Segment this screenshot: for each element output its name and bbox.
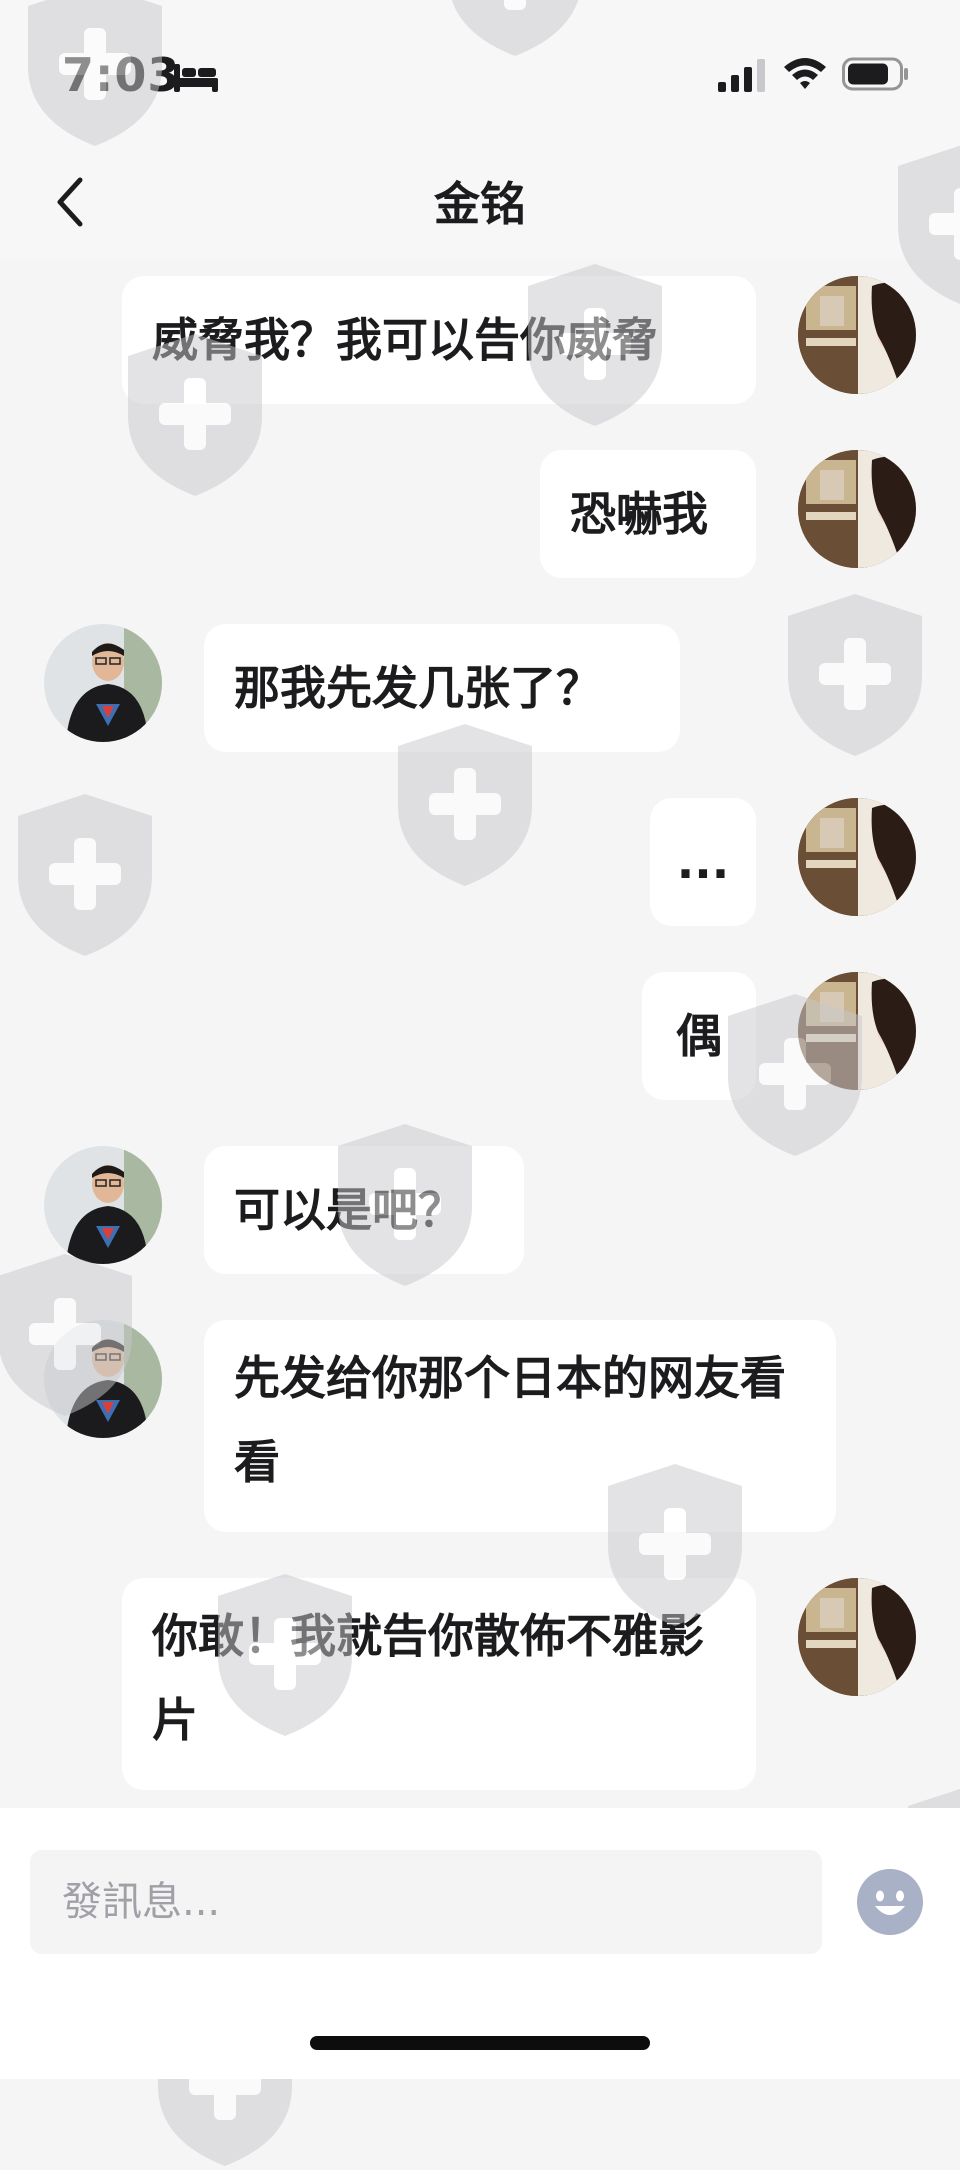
- avatar-photo-contact: [44, 1320, 162, 1438]
- home-indicator: [310, 2036, 650, 2050]
- message-bubble-sent[interactable]: 偶: [642, 972, 756, 1100]
- signal-icon: [718, 59, 765, 92]
- avatar-photo-self: [798, 972, 916, 1090]
- watermark-shield-icon: [18, 794, 152, 956]
- status-bar: 7:03: [0, 0, 960, 150]
- message-input[interactable]: [30, 1850, 822, 1954]
- avatar-photo-self: [798, 1578, 916, 1696]
- message-bubble-sent[interactable]: 威脅我？我可以告你威脅: [122, 276, 756, 404]
- chat-title: 金铭: [434, 177, 526, 231]
- avatar-photo-self: [798, 798, 916, 916]
- message-text: 恐嚇我: [570, 487, 708, 541]
- message-bubble-received[interactable]: 可以是吧？: [204, 1146, 524, 1274]
- avatar-photo-contact: [44, 624, 162, 742]
- message-text: 威脅我？我可以告你威脅: [152, 313, 658, 367]
- message-text: 偶: [676, 1009, 722, 1063]
- status-time: 7:03: [62, 48, 181, 102]
- avatar-photo-contact: [44, 1146, 162, 1264]
- message-text: 那我先发几张了？: [234, 661, 602, 715]
- battery-icon: [842, 57, 908, 91]
- bed-icon: [174, 64, 218, 92]
- emoji-icon[interactable]: [856, 1868, 924, 1936]
- avatar-self[interactable]: [798, 1578, 916, 1696]
- message-bubble-sent[interactable]: ...: [650, 798, 756, 926]
- avatar-contact[interactable]: [44, 1146, 162, 1264]
- message-bubble-received[interactable]: 先发给你那个日本的网友看看: [204, 1320, 836, 1532]
- message-bubble-received[interactable]: 那我先发几张了？: [204, 624, 680, 752]
- avatar-photo-self: [798, 450, 916, 568]
- avatar-contact[interactable]: [44, 624, 162, 742]
- avatar-photo-self: [798, 276, 916, 394]
- avatar-self[interactable]: [798, 450, 916, 568]
- message-text: 先发给你那个日本的网友看看: [234, 1351, 786, 1489]
- avatar-self[interactable]: [798, 972, 916, 1090]
- message-text: 你敢！我就告你散佈不雅影片: [152, 1609, 704, 1747]
- nav-bar: 金铭: [0, 150, 960, 260]
- wifi-icon: [784, 58, 826, 89]
- message-bubble-sent[interactable]: 你敢！我就告你散佈不雅影片: [122, 1578, 756, 1790]
- message-text: 可以是吧？: [234, 1183, 464, 1237]
- message-text: ...: [676, 835, 730, 889]
- avatar-contact[interactable]: [44, 1320, 162, 1438]
- message-bubble-sent[interactable]: 恐嚇我: [540, 450, 756, 578]
- avatar-self[interactable]: [798, 798, 916, 916]
- avatar-self[interactable]: [798, 276, 916, 394]
- watermark-shield-icon: [788, 594, 922, 756]
